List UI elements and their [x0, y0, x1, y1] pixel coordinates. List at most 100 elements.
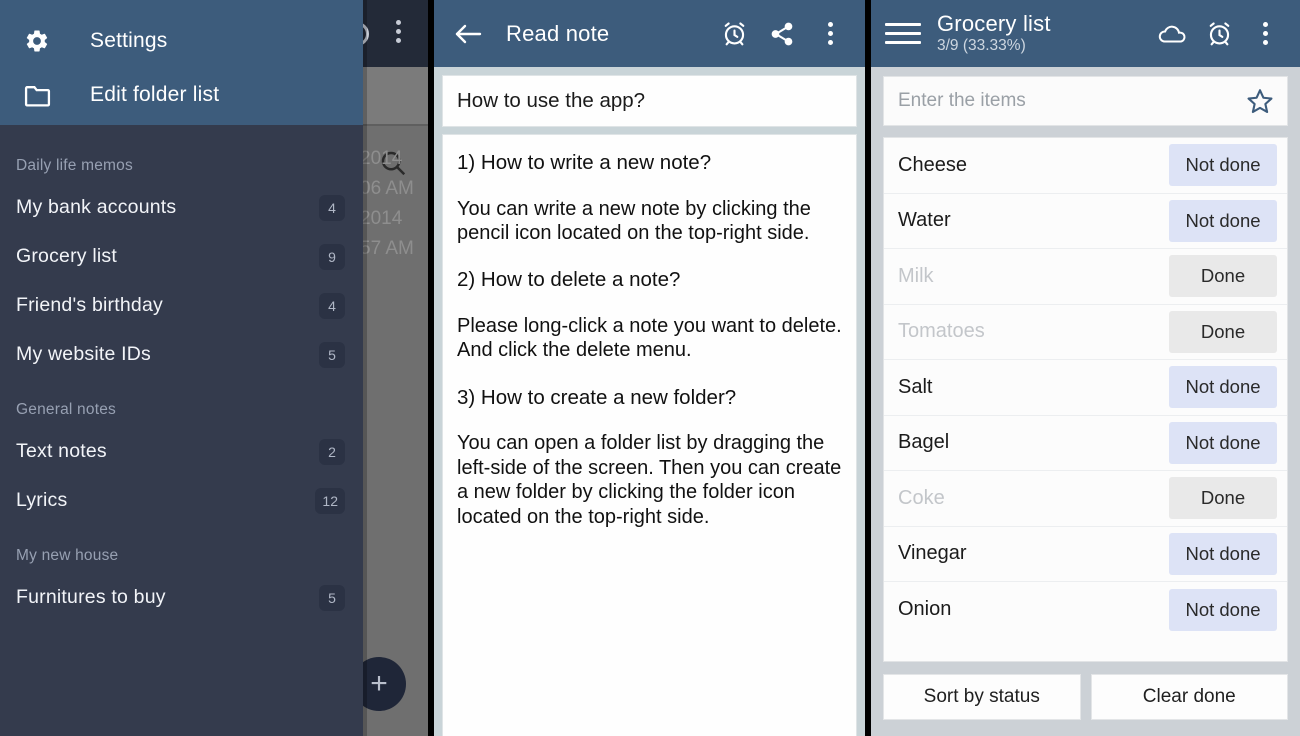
table-row[interactable]: Salt Not done — [884, 360, 1287, 416]
drawer-item-settings[interactable]: Settings — [0, 14, 363, 68]
alarm-clock-icon[interactable] — [719, 19, 749, 49]
overflow-menu-icon[interactable] — [1250, 19, 1280, 49]
note-title[interactable]: How to use the app? — [442, 75, 857, 127]
status-badge[interactable]: Done — [1169, 310, 1277, 353]
star-outline-icon[interactable] — [1245, 86, 1275, 116]
status-badge[interactable]: Not done — [1169, 199, 1277, 242]
note-block-paragraph: You can write a new note by clicking the… — [457, 197, 811, 245]
appbar-actions — [1158, 19, 1286, 49]
table-row[interactable]: Cheese Not done — [884, 138, 1287, 194]
navigation-drawer: Settings Edit folder list Daily life mem… — [0, 0, 363, 736]
table-row[interactable]: Vinegar Not done — [884, 527, 1287, 582]
folder-item-furnitures-to-buy[interactable]: Furnitures to buy 5 — [0, 573, 363, 622]
drawer-header: Settings Edit folder list — [0, 0, 363, 125]
folder-item-my-website-ids[interactable]: My website IDs 5 — [0, 330, 363, 379]
folder-group-title: General notes — [16, 401, 116, 418]
timestamp-line: 2014 — [360, 148, 403, 169]
entry-placeholder: Enter the items — [898, 90, 1026, 111]
note-body[interactable]: 1) How to write a new note? You can writ… — [442, 134, 857, 736]
alarm-clock-icon[interactable] — [1204, 19, 1234, 49]
status-badge[interactable]: Not done — [1169, 588, 1277, 631]
item-name: Coke — [898, 486, 945, 509]
folder-name: Grocery list — [16, 245, 117, 267]
hamburger-menu-icon[interactable] — [885, 20, 921, 48]
table-row[interactable]: Coke Done — [884, 471, 1287, 527]
overflow-menu-icon[interactable] — [815, 19, 845, 49]
folder-count-badge: 4 — [319, 292, 345, 319]
item-name: Bagel — [898, 431, 950, 454]
table-row[interactable]: Tomatoes Done — [884, 305, 1287, 360]
folder-item-grocery-list[interactable]: Grocery list 9 — [0, 232, 363, 281]
status-badge[interactable]: Done — [1169, 255, 1277, 298]
item-name: Salt — [898, 375, 933, 398]
timestamp-line: 06 AM — [360, 178, 414, 199]
overflow-menu-icon[interactable] — [396, 20, 401, 43]
arrow-left-icon[interactable] — [448, 14, 488, 54]
folder-name: Friend's birthday — [16, 294, 163, 316]
status-badge[interactable]: Not done — [1169, 532, 1277, 575]
cloud-icon[interactable] — [1158, 19, 1188, 49]
folder-name: Text notes — [16, 440, 107, 462]
note-block-heading: 3) How to create a new folder? — [457, 385, 737, 409]
folder-count-badge: 4 — [319, 194, 345, 221]
timestamp-line: 2014 — [360, 208, 403, 229]
status-badge[interactable]: Not done — [1169, 366, 1277, 409]
note-block-heading: 1) How to write a new note? — [457, 151, 712, 174]
app-screenshot: 2014 06 AM 2014 57 AM + Settings Edit fo… — [0, 0, 1300, 736]
folder-name: My bank accounts — [16, 196, 177, 218]
item-name: Milk — [898, 264, 934, 287]
share-icon[interactable] — [767, 19, 797, 49]
status-badge[interactable]: Not done — [1169, 421, 1277, 464]
grocery-items-list: Cheese Not done Water Not done Milk Done… — [883, 137, 1288, 662]
appbar-titles: Grocery list 3/9 (33.33%) — [937, 10, 1158, 56]
folder-count-badge: 12 — [315, 487, 345, 514]
folder-item-my-bank-accounts[interactable]: My bank accounts 4 — [0, 183, 363, 232]
folder-name: My website IDs — [16, 343, 151, 365]
bottom-action-bar: Sort by status Clear done — [871, 670, 1300, 736]
background-note-timestamps: 2014 06 AM 2014 57 AM — [360, 144, 414, 264]
panel-read-note: Read note How to use the app? 1) How to … — [434, 0, 865, 736]
folder-count-badge: 2 — [319, 438, 345, 465]
folder-group-title: Daily life memos — [16, 157, 133, 174]
note-block-paragraph: You can open a folder list by dragging t… — [457, 432, 842, 528]
status-badge[interactable]: Not done — [1169, 144, 1277, 187]
panel-grocery-list: Grocery list 3/9 (33.33%) Enter the item… — [871, 0, 1300, 736]
timestamp-line: 57 AM — [360, 238, 414, 259]
gear-icon — [20, 26, 54, 56]
folder-item-text-notes[interactable]: Text notes 2 — [0, 427, 363, 476]
table-row[interactable]: Onion Not done — [884, 582, 1287, 638]
item-entry-field[interactable]: Enter the items — [883, 76, 1288, 126]
status-badge[interactable]: Done — [1169, 477, 1277, 520]
appbar-actions — [719, 19, 851, 49]
page-title: Grocery list — [937, 10, 1051, 36]
sort-by-status-button[interactable]: Sort by status — [883, 674, 1081, 720]
folder-name: Lyrics — [16, 489, 68, 511]
folder-group-title: My new house — [16, 547, 119, 564]
folder-count-badge: 9 — [319, 243, 345, 270]
drawer-folder-list: Daily life memos My bank accounts 4 Groc… — [0, 125, 363, 622]
folder-icon — [20, 80, 54, 110]
clear-done-button[interactable]: Clear done — [1090, 674, 1288, 720]
folder-count-badge: 5 — [319, 584, 345, 611]
page-title: Read note — [506, 20, 610, 46]
drawer-item-label: Settings — [90, 29, 168, 52]
drawer-edge-shadow — [363, 0, 367, 736]
note-block-heading: 2) How to delete a note? — [457, 268, 681, 292]
item-name: Vinegar — [898, 542, 967, 565]
item-name: Tomatoes — [898, 320, 985, 343]
progress-subtitle: 3/9 (33.33%) — [937, 37, 1026, 55]
table-row[interactable]: Bagel Not done — [884, 416, 1287, 471]
table-row[interactable]: Milk Done — [884, 249, 1287, 305]
panel-folder-drawer: 2014 06 AM 2014 57 AM + Settings Edit fo… — [0, 0, 428, 736]
folder-item-friends-birthday[interactable]: Friend's birthday 4 — [0, 281, 363, 330]
note-block-paragraph: Please long-click a note you want to del… — [457, 315, 842, 362]
item-name: Water — [898, 209, 951, 232]
drawer-item-label: Edit folder list — [90, 83, 220, 106]
drawer-item-edit-folder-list[interactable]: Edit folder list — [0, 68, 363, 122]
folder-item-lyrics[interactable]: Lyrics 12 — [0, 476, 363, 525]
read-note-appbar: Read note — [434, 0, 865, 67]
folder-count-badge: 5 — [319, 341, 345, 368]
item-name: Onion — [898, 598, 952, 621]
table-row[interactable]: Water Not done — [884, 194, 1287, 249]
folder-name: Furnitures to buy — [16, 586, 166, 608]
